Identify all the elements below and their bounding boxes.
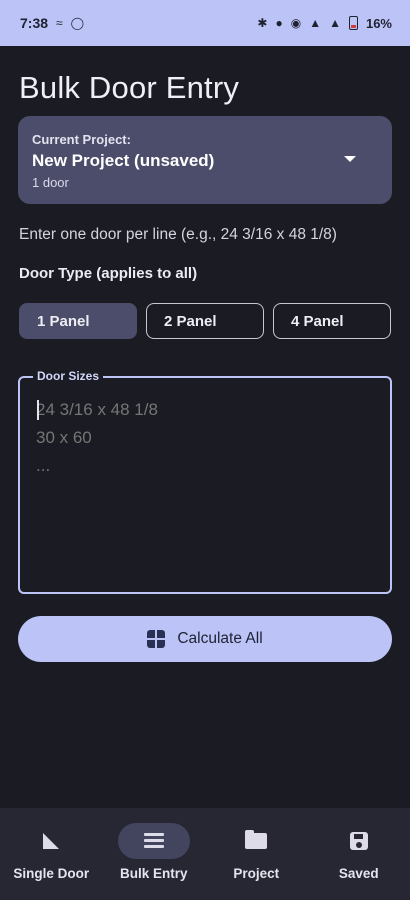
list-icon-line — [143, 833, 164, 836]
nav-label-single-door: Single Door — [13, 866, 90, 881]
dropdown-arrow-icon[interactable] — [344, 156, 356, 162]
list-icon-line — [143, 839, 164, 842]
list-icon — [143, 831, 164, 851]
door-type-4-panel-button[interactable]: 4 Panel — [273, 303, 391, 339]
calculate-all-button[interactable]: Calculate All — [18, 616, 392, 662]
nav-pill-bulk-entry — [117, 823, 190, 859]
door-sizes-label: Door Sizes — [33, 369, 104, 383]
nav-item-saved[interactable]: Saved — [308, 808, 410, 900]
page-title: Bulk Door Entry — [19, 70, 240, 105]
location-icon: ● — [275, 16, 283, 30]
nav-label-bulk-entry: Bulk Entry — [119, 866, 188, 881]
notification-icon: ≈ — [56, 16, 63, 30]
battery-percent: 16% — [365, 15, 392, 31]
project-door-count: 1 door — [32, 175, 69, 190]
project-label: Current Project: — [32, 132, 131, 147]
folder-icon — [245, 830, 268, 849]
door-type-1-panel-button[interactable]: 1 Panel — [19, 303, 137, 339]
signal-icon: ▲ — [309, 16, 322, 30]
text-caret — [37, 400, 39, 420]
nav-item-single-door[interactable]: Single Door — [0, 808, 103, 900]
status-left: 7:38 ≈ ◯ — [20, 15, 84, 31]
nav-item-bulk-entry[interactable]: Bulk Entry — [103, 808, 206, 900]
nav-label-saved: Saved — [338, 866, 379, 881]
door-sizes-field: Door Sizes — [18, 369, 392, 594]
status-bar: 7:38 ≈ ◯ ✱ ● ◉ ▲ ▲ 16% — [0, 0, 410, 46]
bottom-navigation: Single Door Bulk Entry Project Saved — [0, 808, 410, 900]
project-selector[interactable]: Current Project: New Project (unsaved) 1… — [18, 116, 392, 204]
nav-pill-saved — [323, 823, 395, 859]
triangle-ruler-icon — [43, 833, 60, 849]
nav-pill-single-door — [15, 823, 87, 859]
sync-icon: ◯ — [70, 16, 85, 30]
status-right: ✱ ● ◉ ▲ ▲ 16% — [257, 16, 392, 31]
bluetooth-icon: ✱ — [257, 16, 268, 30]
signal-icon-2: ▲ — [329, 16, 341, 30]
nav-label-project: Project — [233, 866, 280, 881]
battery-icon — [348, 16, 358, 30]
status-time: 7:38 — [20, 15, 49, 31]
calculate-all-label: Calculate All — [177, 630, 263, 647]
calculator-icon — [147, 630, 166, 648]
save-icon — [349, 832, 368, 850]
nav-item-project[interactable]: Project — [205, 808, 308, 900]
instruction-hint: Enter one door per line (e.g., 24 3/16 x… — [19, 226, 337, 243]
wifi-icon: ◉ — [290, 16, 302, 30]
nav-pill-project — [220, 823, 292, 859]
project-name: New Project (unsaved) — [32, 151, 215, 170]
door-type-2-panel-button[interactable]: 2 Panel — [146, 303, 264, 339]
list-icon-line — [143, 845, 164, 848]
door-sizes-input[interactable] — [36, 396, 376, 576]
door-type-label: Door Type (applies to all) — [19, 265, 198, 282]
